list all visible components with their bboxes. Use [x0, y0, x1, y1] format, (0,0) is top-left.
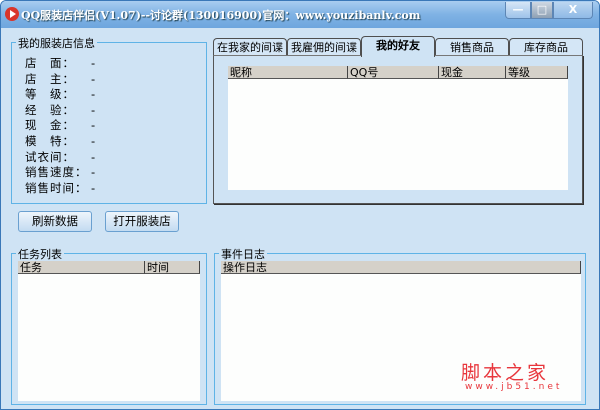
event-log-legend: 事件日志: [219, 246, 267, 262]
shop-info-label: 店 面：: [25, 56, 75, 70]
shop-info-label: 销售时间：: [25, 180, 88, 195]
column-header-operation-log[interactable]: 操作日志: [221, 261, 581, 274]
watermark-text: 脚本之家: [461, 362, 550, 384]
shop-info-value: -: [91, 102, 96, 117]
shop-info-row: 试衣间： -: [25, 149, 95, 165]
tab-spies-in-my-home[interactable]: 在我家的间谍: [213, 38, 287, 56]
shop-info-row: 店 面： -: [25, 55, 95, 71]
tab-stock-goods[interactable]: 库存商品: [509, 38, 583, 56]
column-header-level[interactable]: 等级: [506, 66, 568, 79]
column-header-qq[interactable]: QQ号: [348, 66, 439, 79]
tab-sales-goods[interactable]: 销售商品: [435, 38, 509, 56]
shop-info-value: -: [91, 56, 96, 70]
column-header-time[interactable]: 时间: [145, 261, 200, 274]
task-list-group: 任务列表 任务 时间: [11, 246, 207, 405]
shop-info-label: 销售速度：: [25, 165, 88, 180]
app-window: QQ服装店伴侣(V1.07)--讨论群(130016900)官网：www.you…: [0, 0, 600, 410]
open-shop-button[interactable]: 打开服装店: [105, 211, 179, 232]
minimize-button[interactable]: —: [505, 2, 531, 19]
shop-info-value: -: [91, 165, 96, 180]
shop-info-label: 模 特：: [25, 134, 75, 148]
column-header-cash[interactable]: 现金: [439, 66, 506, 79]
tab-my-hired-spies[interactable]: 我雇佣的间谍: [287, 38, 361, 56]
shop-info-value: -: [91, 71, 96, 86]
shop-info-value: -: [91, 149, 96, 164]
shop-info-row: 现 金： -: [25, 117, 95, 133]
column-header-task[interactable]: 任务: [18, 261, 145, 274]
shop-info-row: 店 主： -: [25, 71, 95, 87]
shop-info-label: 试衣间：: [25, 149, 75, 164]
shop-info-value: -: [91, 180, 96, 195]
shop-info-value: -: [91, 134, 96, 148]
shop-info-label: 等 级：: [25, 87, 75, 102]
app-icon: [5, 7, 19, 21]
shop-info-row: 经 验： -: [25, 102, 95, 118]
task-list[interactable]: 任务 时间: [18, 261, 200, 401]
shop-info-value: -: [91, 87, 96, 102]
shop-info-row: 模 特： -: [25, 133, 95, 149]
task-list-legend: 任务列表: [16, 246, 64, 262]
shop-info-label: 现 金：: [25, 118, 75, 133]
shop-info-legend: 我的服装店信息: [16, 35, 97, 51]
watermark-url: www.jb51.net: [465, 382, 563, 392]
window-title: QQ服装店伴侣(V1.07)--讨论群(130016900)官网：www.you…: [21, 9, 421, 22]
shop-info-row: 销售速度： -: [25, 164, 95, 180]
shop-info-value: -: [91, 118, 96, 133]
shop-info-row: 等 级： -: [25, 86, 95, 102]
shop-info-label: 经 验：: [25, 102, 75, 117]
tab-my-friends[interactable]: 我的好友: [361, 36, 435, 57]
column-header-nickname[interactable]: 昵称: [228, 66, 348, 79]
shop-info-row: 销售时间： -: [25, 180, 95, 196]
shop-info-group: 我的服装店信息 店 面： - 店 主： - 等 级： - 经 验： - 现 金： - 模 特： - 试衣…: [11, 35, 207, 204]
close-button[interactable]: X: [553, 2, 593, 19]
shop-info-label: 店 主：: [25, 71, 75, 86]
title-bar[interactable]: QQ服装店伴侣(V1.07)--讨论群(130016900)官网：www.you…: [1, 1, 599, 28]
refresh-data-button[interactable]: 刷新数据: [18, 211, 92, 232]
maximize-button[interactable]: □: [531, 2, 553, 19]
friends-list[interactable]: 昵称 QQ号 现金 等级: [228, 66, 568, 190]
friends-tab-panel: 昵称 QQ号 现金 等级: [213, 55, 583, 204]
